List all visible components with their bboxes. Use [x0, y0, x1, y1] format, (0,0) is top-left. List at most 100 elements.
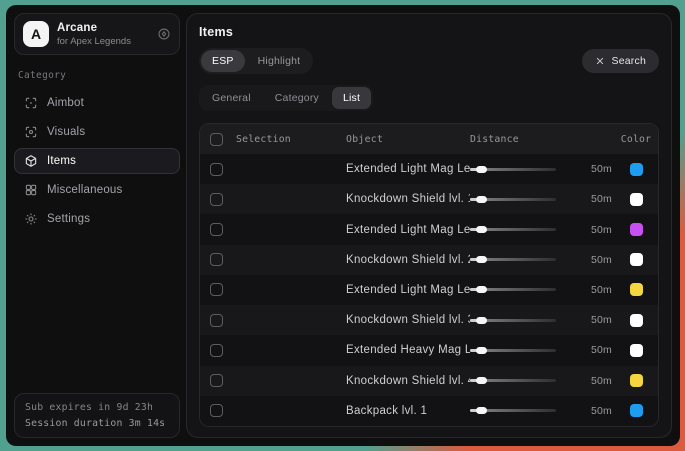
row-distance-cell: 50m [470, 284, 618, 296]
row-color-swatch[interactable] [630, 283, 643, 296]
row-distance-cell: 50m [470, 314, 618, 326]
row-color-swatch[interactable] [630, 193, 643, 206]
row-color-swatch[interactable] [630, 404, 643, 417]
app-subtitle: for Apex Legends [57, 36, 149, 47]
distance-slider[interactable] [470, 288, 556, 291]
distance-slider[interactable] [470, 258, 556, 261]
distance-slider[interactable] [470, 228, 556, 231]
tab-category[interactable]: Category [264, 87, 330, 109]
distance-slider[interactable] [470, 198, 556, 201]
row-color-cell [618, 163, 658, 176]
sidebar-item-label: Aimbot [47, 97, 84, 109]
row-color-swatch[interactable] [630, 253, 643, 266]
row-color-cell [618, 374, 658, 387]
sub-expires-text: Sub expires in 9d 23h [25, 402, 169, 413]
row-distance-cell: 50m [470, 163, 618, 175]
row-color-swatch[interactable] [630, 374, 643, 387]
header-selection-cell: Selection [200, 133, 346, 146]
select-all-checkbox[interactable] [210, 133, 223, 146]
slider-thumb[interactable] [476, 286, 487, 293]
row-distance-cell: 50m [470, 193, 618, 205]
search-button[interactable]: Search [582, 49, 659, 73]
sidebar: A Arcane for Apex Legends Category [14, 13, 180, 438]
row-checkbox[interactable] [210, 253, 223, 266]
row-selection-cell [200, 374, 346, 387]
row-checkbox[interactable] [210, 163, 223, 176]
row-distance-cell: 50m [470, 254, 618, 266]
column-header-color: Color [618, 134, 658, 145]
distance-slider[interactable] [470, 349, 556, 352]
column-header-selection: Selection [236, 134, 291, 145]
row-selection-cell [200, 344, 346, 357]
slider-thumb[interactable] [476, 347, 487, 354]
subscription-info-card: Sub expires in 9d 23h Session duration 3… [14, 393, 180, 438]
row-distance-value: 50m [591, 375, 618, 387]
row-color-swatch[interactable] [630, 314, 643, 327]
table-row: Knockdown Shield lvl. 4 50m [200, 366, 658, 396]
row-color-swatch[interactable] [630, 163, 643, 176]
table-row: Extended Light Mag Level 4 50m [200, 275, 658, 305]
session-duration-text: Session duration 3m 14s [25, 418, 169, 429]
row-checkbox[interactable] [210, 193, 223, 206]
x-icon [595, 56, 605, 66]
row-checkbox[interactable] [210, 344, 223, 357]
mode-toolbar: ESP Highlight Search [199, 48, 659, 74]
distance-slider[interactable] [470, 168, 556, 171]
app-title-block: Arcane for Apex Legends [57, 22, 149, 47]
sidebar-item-settings[interactable]: Settings [14, 206, 180, 232]
gem-badge-icon[interactable] [157, 27, 171, 41]
row-distance-value: 50m [591, 314, 618, 326]
row-selection-cell [200, 283, 346, 296]
slider-thumb[interactable] [476, 256, 487, 263]
app-window: A Arcane for Apex Legends Category [6, 5, 680, 446]
row-color-swatch[interactable] [630, 344, 643, 357]
sidebar-item-label: Settings [47, 213, 90, 225]
slider-thumb[interactable] [476, 196, 487, 203]
slider-thumb[interactable] [476, 317, 487, 324]
distance-slider[interactable] [470, 409, 556, 412]
row-distance-value: 50m [591, 254, 618, 266]
sidebar-item-visuals[interactable]: Visuals [14, 119, 180, 145]
row-selection-cell [200, 223, 346, 236]
row-color-cell [618, 223, 658, 236]
tab-list[interactable]: List [332, 87, 371, 109]
row-color-swatch[interactable] [630, 223, 643, 236]
slider-thumb[interactable] [476, 407, 487, 414]
package-icon [24, 154, 38, 168]
row-checkbox[interactable] [210, 374, 223, 387]
sidebar-item-items[interactable]: Items [14, 148, 180, 174]
table-body: Extended Light Mag Level 2 50m Knockdown… [200, 154, 658, 426]
sidebar-item-label: Miscellaneous [47, 184, 122, 196]
row-object-label: Knockdown Shield lvl. 4 [346, 375, 470, 387]
row-checkbox[interactable] [210, 223, 223, 236]
row-checkbox[interactable] [210, 314, 223, 327]
row-object-label: Knockdown Shield lvl. 3 [346, 314, 470, 326]
row-selection-cell [200, 163, 346, 176]
row-object-label: Extended Light Mag Level 4 [346, 284, 470, 296]
slider-thumb[interactable] [476, 166, 487, 173]
table-row: Extended Light Mag Level 2 50m [200, 154, 658, 184]
row-color-cell [618, 314, 658, 327]
app-logo: A [23, 21, 49, 47]
row-checkbox[interactable] [210, 404, 223, 417]
sidebar-item-miscellaneous[interactable]: Miscellaneous [14, 177, 180, 203]
row-distance-cell: 50m [470, 375, 618, 387]
sidebar-item-aimbot[interactable]: Aimbot [14, 90, 180, 116]
distance-slider[interactable] [470, 319, 556, 322]
tab-highlight[interactable]: Highlight [247, 50, 312, 72]
row-color-cell [618, 344, 658, 357]
slider-thumb[interactable] [476, 226, 487, 233]
tab-general[interactable]: General [201, 87, 262, 109]
sidebar-item-label: Items [47, 155, 76, 167]
row-color-cell [618, 283, 658, 296]
row-distance-value: 50m [591, 163, 618, 175]
tab-esp[interactable]: ESP [201, 50, 245, 72]
category-section-label: Category [18, 70, 176, 81]
main-panel: Items ESP Highlight Search General Categ… [186, 13, 672, 438]
page-title: Items [199, 25, 659, 39]
row-distance-value: 50m [591, 193, 618, 205]
row-checkbox[interactable] [210, 283, 223, 296]
slider-thumb[interactable] [476, 377, 487, 384]
distance-slider[interactable] [470, 379, 556, 382]
scan-eye-icon [24, 125, 38, 139]
